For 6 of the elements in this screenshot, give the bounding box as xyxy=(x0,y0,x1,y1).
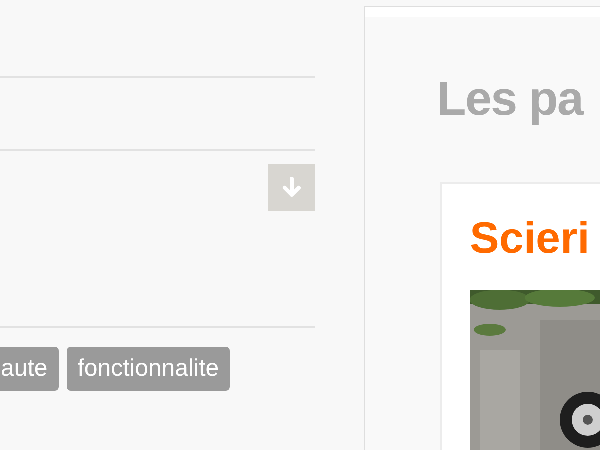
download-button[interactable] xyxy=(268,164,315,211)
tag[interactable]: fonctionnalite xyxy=(66,347,230,391)
tag[interactable]: aute xyxy=(0,347,59,391)
section-heading: Les pa xyxy=(437,72,584,128)
card-title: Scieri xyxy=(470,213,591,265)
arrow-down-icon xyxy=(282,176,302,198)
